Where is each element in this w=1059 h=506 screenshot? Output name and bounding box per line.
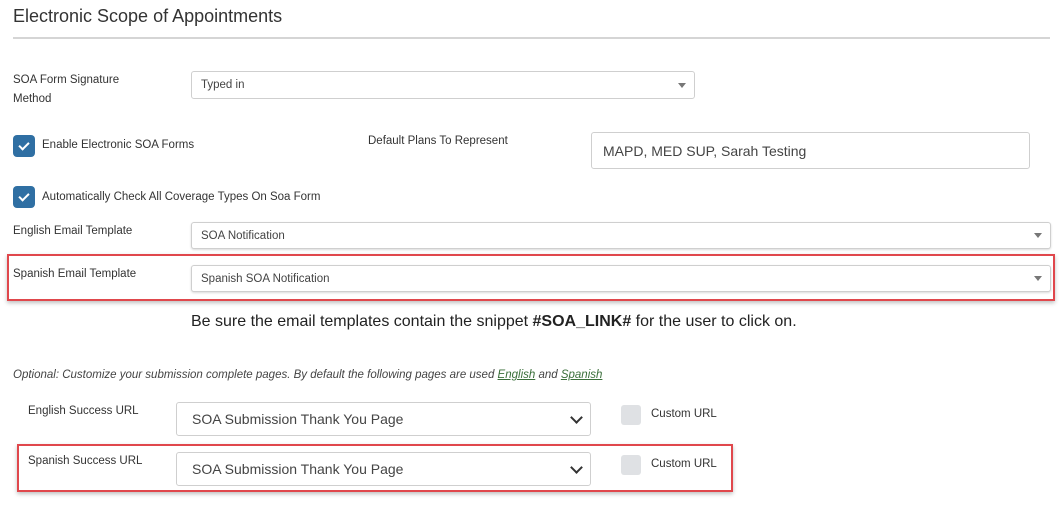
default-plans-value: MAPD, MED SUP, Sarah Testing (603, 142, 807, 159)
signature-method-label-line2: Method (13, 93, 52, 105)
enable-soa-label: Enable Electronic SOA Forms (42, 139, 195, 151)
english-success-select[interactable]: SOA Submission Thank You Page (176, 402, 591, 436)
caret-down-icon (1034, 233, 1042, 238)
signature-method-select[interactable]: Typed in (191, 71, 695, 99)
caret-down-icon (1034, 276, 1042, 281)
spanish-template-select[interactable]: Spanish SOA Notification (191, 265, 1051, 292)
title-divider (13, 37, 1050, 39)
signature-method-label: SOA Form Signature Method (13, 71, 119, 109)
spanish-success-value: SOA Submission Thank You Page (192, 461, 404, 477)
default-plans-input[interactable]: MAPD, MED SUP, Sarah Testing (591, 132, 1030, 169)
english-template-label: English Email Template (13, 225, 133, 237)
signature-method-value: Typed in (201, 79, 245, 91)
spanish-template-label: Spanish Email Template (13, 268, 137, 280)
spanish-success-label: Spanish Success URL (28, 455, 143, 467)
auto-check-coverage-label: Automatically Check All Coverage Types O… (42, 191, 321, 203)
english-template-value: SOA Notification (201, 229, 285, 242)
optional-text-and: and (535, 369, 561, 381)
default-plans-label: Default Plans To Represent (368, 135, 508, 147)
checkmark-icon (18, 138, 30, 151)
spanish-template-value: Spanish SOA Notification (201, 272, 330, 285)
optional-text: Optional: Customize your submission comp… (13, 369, 602, 381)
spanish-custom-url-checkbox[interactable] (621, 455, 641, 475)
english-custom-url-label: Custom URL (651, 408, 717, 420)
english-custom-url-checkbox[interactable] (621, 405, 641, 425)
enable-soa-checkbox[interactable] (13, 135, 35, 157)
snippet-note-code: #SOA_LINK# (532, 313, 632, 330)
spanish-success-select[interactable]: SOA Submission Thank You Page (176, 452, 591, 486)
checkmark-icon (18, 189, 30, 202)
english-success-label: English Success URL (28, 405, 139, 417)
page-title: Electronic Scope of Appointments (13, 6, 283, 26)
auto-check-coverage-checkbox[interactable] (13, 186, 35, 208)
snippet-note: Be sure the email templates contain the … (191, 313, 797, 331)
english-success-value: SOA Submission Thank You Page (192, 411, 404, 427)
spanish-default-link[interactable]: Spanish (561, 369, 603, 381)
spanish-custom-url-label: Custom URL (651, 458, 717, 470)
caret-down-icon (678, 82, 686, 88)
english-default-link[interactable]: English (498, 369, 536, 381)
signature-method-label-line1: SOA Form Signature (13, 74, 120, 86)
chevron-down-icon (570, 460, 583, 474)
english-template-select[interactable]: SOA Notification (191, 222, 1051, 249)
snippet-note-suffix: for the user to click on. (631, 313, 797, 330)
chevron-down-icon (570, 410, 583, 424)
optional-text-body: Optional: Customize your submission comp… (13, 369, 498, 381)
snippet-note-prefix: Be sure the email templates contain the … (191, 313, 533, 330)
